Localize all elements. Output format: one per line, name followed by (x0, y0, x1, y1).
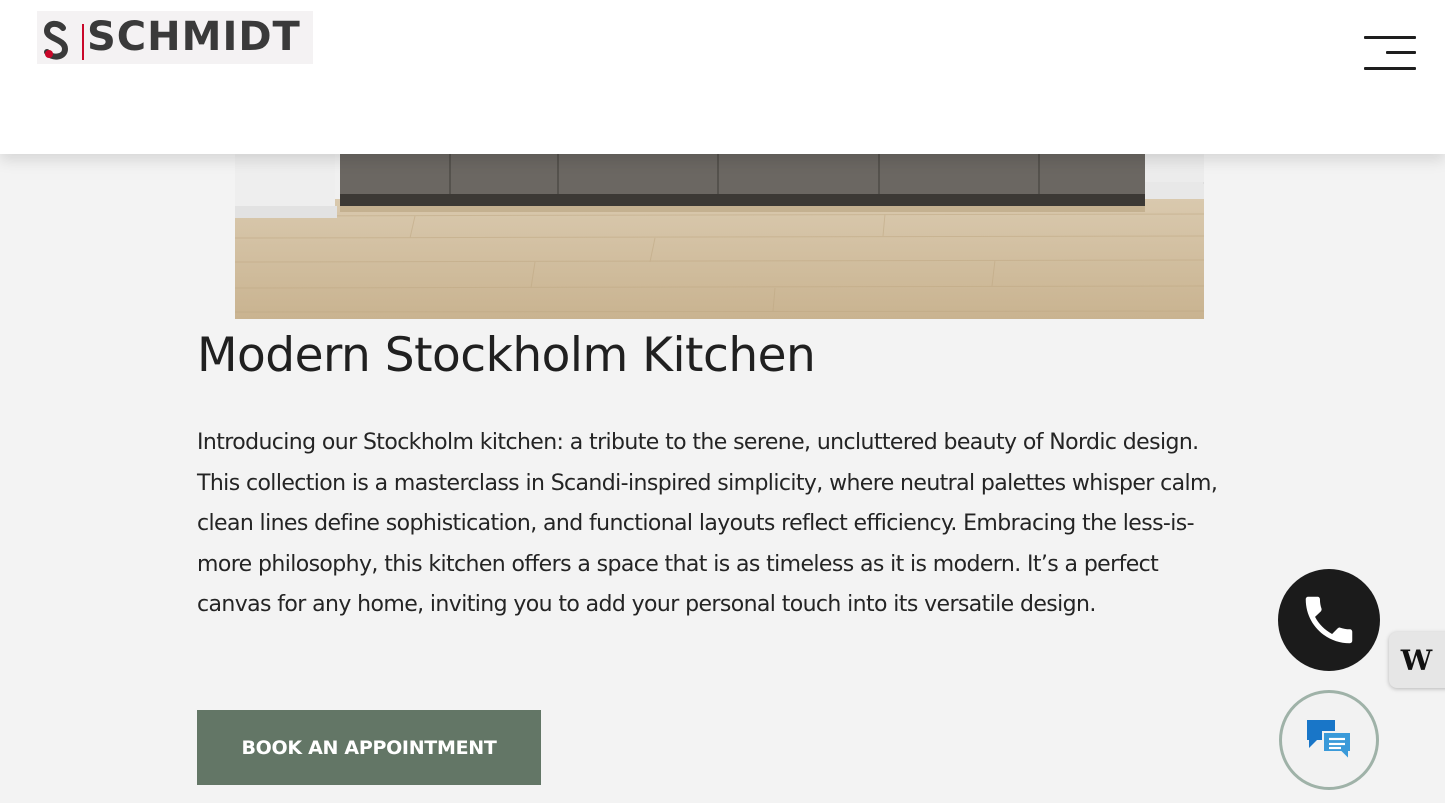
w-badge-button[interactable]: W (1389, 632, 1445, 688)
site-header: SCHMIDT (0, 0, 1445, 154)
phone-icon (1305, 596, 1353, 644)
hamburger-menu-icon[interactable] (1360, 34, 1416, 74)
logo-separator (82, 24, 84, 60)
schmidt-logo[interactable]: SCHMIDT (37, 11, 313, 64)
page-title: Modern Stockholm Kitchen (197, 328, 816, 383)
logo-text: SCHMIDT (87, 14, 301, 60)
kitchen-hero-image (235, 154, 1204, 319)
chat-button[interactable] (1279, 690, 1379, 790)
logo-mark-icon (43, 20, 69, 60)
chat-bubbles-icon (1307, 720, 1352, 762)
w-badge-label: W (1400, 643, 1433, 677)
kitchen-description: Introducing our Stockholm kitchen: a tri… (197, 430, 1218, 617)
call-button[interactable] (1278, 569, 1380, 671)
book-appointment-button[interactable]: BOOK AN APPOINTMENT (197, 710, 541, 785)
